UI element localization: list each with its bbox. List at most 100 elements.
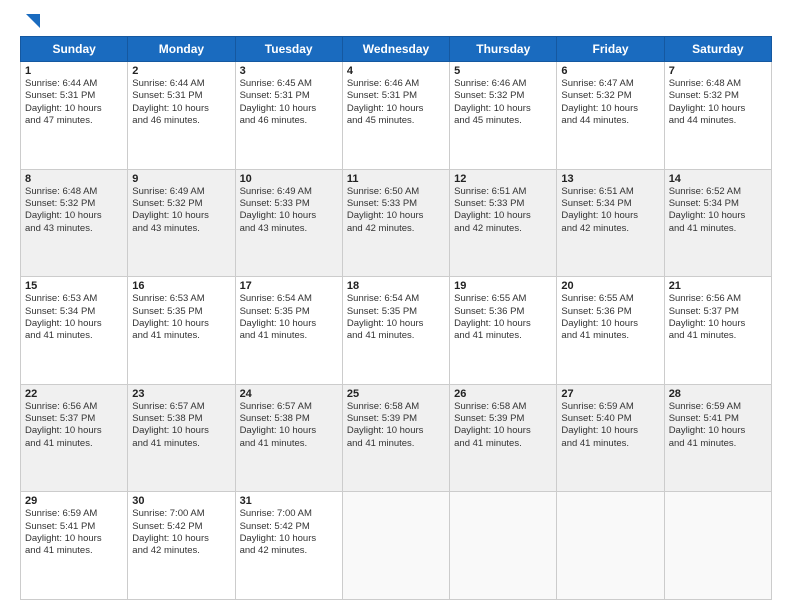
day-info-line: Sunrise: 6:56 AM: [669, 293, 767, 305]
day-info-line: Daylight: 10 hours: [25, 425, 123, 437]
calendar-week-2: 15Sunrise: 6:53 AMSunset: 5:34 PMDayligh…: [21, 277, 772, 385]
calendar-cell: 6Sunrise: 6:47 AMSunset: 5:32 PMDaylight…: [557, 62, 664, 170]
day-info-line: and 42 minutes.: [132, 545, 230, 557]
day-info-line: Sunset: 5:32 PM: [561, 90, 659, 102]
day-number: 16: [132, 280, 230, 292]
day-number: 2: [132, 65, 230, 77]
day-info-line: and 45 minutes.: [454, 115, 552, 127]
day-info-line: and 47 minutes.: [25, 115, 123, 127]
day-info-line: and 43 minutes.: [132, 223, 230, 235]
day-info-line: Sunset: 5:39 PM: [347, 413, 445, 425]
day-info-line: and 41 minutes.: [132, 330, 230, 342]
day-header-friday: Friday: [557, 37, 664, 62]
day-info-line: Sunset: 5:33 PM: [240, 198, 338, 210]
day-number: 14: [669, 173, 767, 185]
day-info-line: and 42 minutes.: [347, 223, 445, 235]
logo-arrow-icon: [22, 10, 44, 32]
day-info-line: Sunset: 5:33 PM: [347, 198, 445, 210]
day-info-line: Daylight: 10 hours: [561, 425, 659, 437]
calendar-cell: 15Sunrise: 6:53 AMSunset: 5:34 PMDayligh…: [21, 277, 128, 385]
day-info-line: and 41 minutes.: [561, 438, 659, 450]
day-info-line: Sunset: 5:35 PM: [347, 306, 445, 318]
calendar-cell: 11Sunrise: 6:50 AMSunset: 5:33 PMDayligh…: [342, 169, 449, 277]
calendar-cell: 26Sunrise: 6:58 AMSunset: 5:39 PMDayligh…: [450, 384, 557, 492]
day-info-line: Daylight: 10 hours: [132, 318, 230, 330]
calendar-table: SundayMondayTuesdayWednesdayThursdayFrid…: [20, 36, 772, 600]
day-number: 20: [561, 280, 659, 292]
day-info-line: and 41 minutes.: [669, 223, 767, 235]
day-info-line: Sunset: 5:31 PM: [25, 90, 123, 102]
day-info-line: Sunset: 5:37 PM: [669, 306, 767, 318]
day-info-line: Sunrise: 6:52 AM: [669, 186, 767, 198]
day-info-line: and 41 minutes.: [240, 330, 338, 342]
day-info-line: Sunrise: 6:46 AM: [454, 78, 552, 90]
day-info-line: Daylight: 10 hours: [454, 210, 552, 222]
day-info-line: Sunrise: 6:59 AM: [25, 508, 123, 520]
day-info-line: Sunset: 5:34 PM: [25, 306, 123, 318]
day-info-line: Sunrise: 6:53 AM: [132, 293, 230, 305]
calendar-cell: 16Sunrise: 6:53 AMSunset: 5:35 PMDayligh…: [128, 277, 235, 385]
day-number: 25: [347, 388, 445, 400]
calendar-week-4: 29Sunrise: 6:59 AMSunset: 5:41 PMDayligh…: [21, 492, 772, 600]
day-number: 7: [669, 65, 767, 77]
day-info-line: Daylight: 10 hours: [240, 425, 338, 437]
day-header-tuesday: Tuesday: [235, 37, 342, 62]
day-info-line: and 46 minutes.: [240, 115, 338, 127]
day-info-line: Daylight: 10 hours: [132, 210, 230, 222]
day-info-line: and 42 minutes.: [454, 223, 552, 235]
day-info-line: Sunset: 5:42 PM: [132, 521, 230, 533]
day-info-line: Sunrise: 6:49 AM: [240, 186, 338, 198]
day-info-line: Sunset: 5:42 PM: [240, 521, 338, 533]
day-info-line: and 43 minutes.: [25, 223, 123, 235]
day-info-line: and 41 minutes.: [669, 330, 767, 342]
calendar-cell: 5Sunrise: 6:46 AMSunset: 5:32 PMDaylight…: [450, 62, 557, 170]
day-number: 24: [240, 388, 338, 400]
day-info-line: and 41 minutes.: [454, 330, 552, 342]
day-info-line: Sunrise: 6:56 AM: [25, 401, 123, 413]
day-info-line: Daylight: 10 hours: [25, 318, 123, 330]
calendar-cell: [450, 492, 557, 600]
day-number: 4: [347, 65, 445, 77]
day-info-line: and 42 minutes.: [561, 223, 659, 235]
day-info-line: Daylight: 10 hours: [669, 210, 767, 222]
day-number: 21: [669, 280, 767, 292]
day-info-line: Sunrise: 6:54 AM: [347, 293, 445, 305]
day-header-monday: Monday: [128, 37, 235, 62]
day-info-line: Sunset: 5:36 PM: [454, 306, 552, 318]
day-info-line: Sunrise: 6:48 AM: [669, 78, 767, 90]
day-info-line: Sunrise: 6:51 AM: [454, 186, 552, 198]
page: SundayMondayTuesdayWednesdayThursdayFrid…: [0, 0, 792, 612]
day-number: 5: [454, 65, 552, 77]
day-info-line: Sunset: 5:41 PM: [669, 413, 767, 425]
day-number: 10: [240, 173, 338, 185]
day-info-line: Daylight: 10 hours: [347, 210, 445, 222]
day-info-line: and 42 minutes.: [240, 545, 338, 557]
calendar-cell: 28Sunrise: 6:59 AMSunset: 5:41 PMDayligh…: [664, 384, 771, 492]
day-info-line: Sunset: 5:32 PM: [25, 198, 123, 210]
day-info-line: Sunset: 5:31 PM: [240, 90, 338, 102]
calendar-cell: [342, 492, 449, 600]
day-info-line: and 44 minutes.: [669, 115, 767, 127]
day-info-line: Daylight: 10 hours: [454, 425, 552, 437]
day-info-line: Sunrise: 6:47 AM: [561, 78, 659, 90]
day-info-line: and 41 minutes.: [561, 330, 659, 342]
day-info-line: Sunset: 5:39 PM: [454, 413, 552, 425]
calendar-cell: 1Sunrise: 6:44 AMSunset: 5:31 PMDaylight…: [21, 62, 128, 170]
day-info-line: Sunrise: 6:57 AM: [240, 401, 338, 413]
calendar-cell: 24Sunrise: 6:57 AMSunset: 5:38 PMDayligh…: [235, 384, 342, 492]
day-header-sunday: Sunday: [21, 37, 128, 62]
day-info-line: Daylight: 10 hours: [240, 210, 338, 222]
day-number: 22: [25, 388, 123, 400]
calendar-cell: 8Sunrise: 6:48 AMSunset: 5:32 PMDaylight…: [21, 169, 128, 277]
logo: [20, 18, 44, 28]
day-info-line: Sunrise: 6:49 AM: [132, 186, 230, 198]
day-info-line: Daylight: 10 hours: [454, 318, 552, 330]
day-info-line: Daylight: 10 hours: [132, 533, 230, 545]
calendar-cell: [557, 492, 664, 600]
calendar-cell: 31Sunrise: 7:00 AMSunset: 5:42 PMDayligh…: [235, 492, 342, 600]
day-info-line: Daylight: 10 hours: [669, 318, 767, 330]
day-info-line: Daylight: 10 hours: [561, 103, 659, 115]
day-info-line: Sunset: 5:38 PM: [240, 413, 338, 425]
day-number: 19: [454, 280, 552, 292]
calendar-cell: 27Sunrise: 6:59 AMSunset: 5:40 PMDayligh…: [557, 384, 664, 492]
